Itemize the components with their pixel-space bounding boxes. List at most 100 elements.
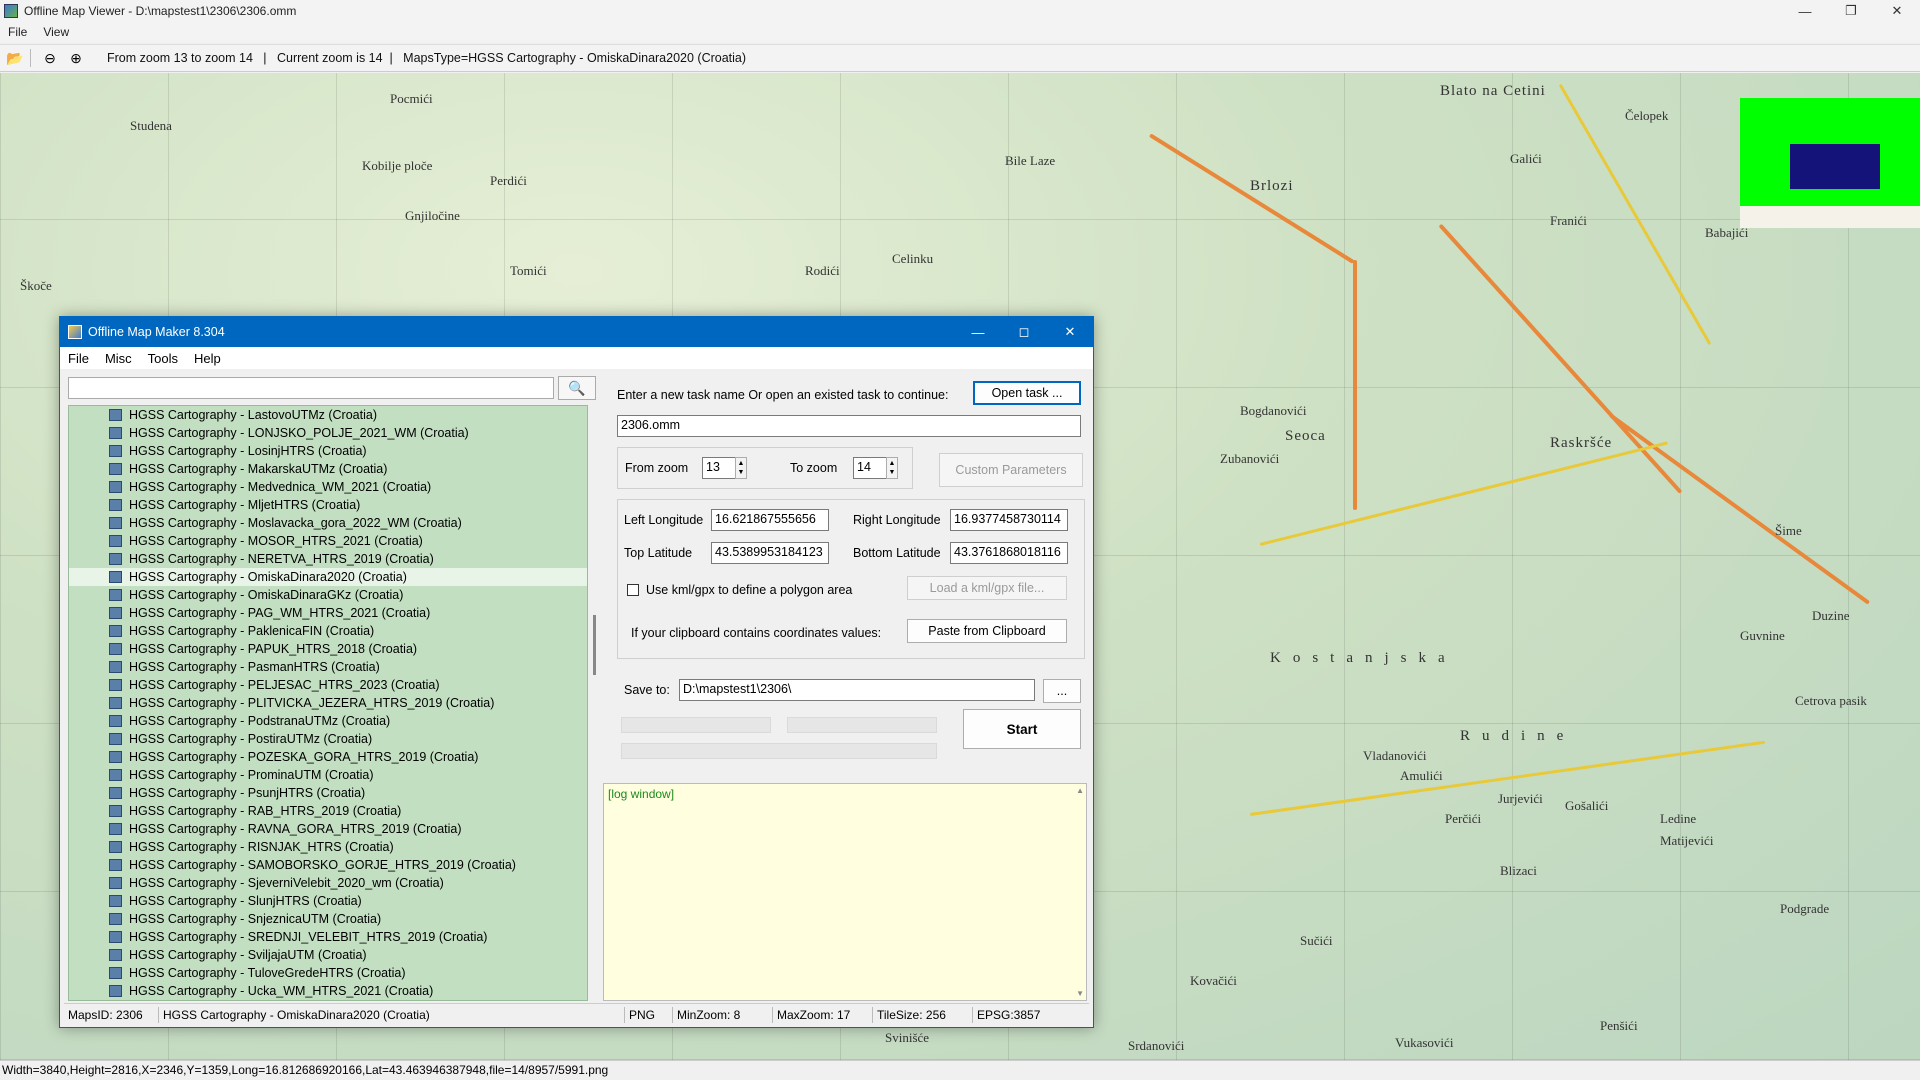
- map-type-item[interactable]: HGSS Cartography - SAMOBORSKO_GORJE_HTRS…: [69, 856, 587, 874]
- map-type-label: HGSS Cartography - OmiskaDinaraGKz (Croa…: [129, 588, 404, 602]
- map-icon: [109, 571, 122, 583]
- map-type-item[interactable]: HGSS Cartography - ProminaUTM (Croatia): [69, 766, 587, 784]
- log-window[interactable]: [log window] ▲ ▼: [603, 783, 1087, 1001]
- from-zoom-stepper[interactable]: ▲ ▼: [735, 457, 747, 479]
- map-type-item[interactable]: HGSS Cartography - PELJESAC_HTRS_2023 (C…: [69, 676, 587, 694]
- open-task-button[interactable]: Open task ...: [973, 381, 1081, 405]
- map-type-item[interactable]: HGSS Cartography - POZESKA_GORA_HTRS_201…: [69, 748, 587, 766]
- task-name-field[interactable]: 2306.omm: [617, 415, 1081, 437]
- status-format: PNG: [625, 1006, 673, 1023]
- place-label: Podgrade: [1780, 901, 1830, 916]
- left-lon-field[interactable]: 16.621867555656: [711, 509, 829, 531]
- maker-menu-file[interactable]: File: [60, 351, 97, 366]
- status-maps-id: MapsID: 2306: [64, 1006, 159, 1023]
- kml-label: Use kml/gpx to define a polygon area: [646, 583, 853, 597]
- start-button[interactable]: Start: [963, 709, 1081, 749]
- menu-view[interactable]: View: [35, 25, 77, 39]
- kml-checkbox[interactable]: [627, 584, 639, 596]
- map-type-item[interactable]: HGSS Cartography - Moslavacka_gora_2022_…: [69, 514, 587, 532]
- place-label: Pocmići: [390, 91, 433, 106]
- log-scroll-up[interactable]: ▲: [1076, 786, 1084, 795]
- log-scroll-down[interactable]: ▼: [1076, 989, 1084, 998]
- map-icon: [109, 589, 122, 601]
- maker-status-bar: MapsID: 2306 HGSS Cartography - OmiskaDi…: [64, 1003, 1089, 1025]
- map-type-label: HGSS Cartography - PAG_WM_HTRS_2021 (Cro…: [129, 606, 431, 620]
- map-type-item[interactable]: HGSS Cartography - RISNJAK_HTRS (Croatia…: [69, 838, 587, 856]
- restore-button[interactable]: ❐: [1828, 0, 1874, 22]
- map-icon: [109, 805, 122, 817]
- close-button[interactable]: ✕: [1874, 0, 1920, 22]
- place-label: Bogdanovići: [1240, 403, 1307, 418]
- map-icon: [109, 427, 122, 439]
- maker-menu-tools[interactable]: Tools: [140, 351, 186, 366]
- map-type-item[interactable]: HGSS Cartography - MOSOR_HTRS_2021 (Croa…: [69, 532, 587, 550]
- map-type-item[interactable]: HGSS Cartography - Ucka_WM_HTRS_2021 (Cr…: [69, 982, 587, 1000]
- map-type-list[interactable]: HGSS Cartography - LastovoUTMz (Croatia)…: [68, 405, 588, 1001]
- right-lon-field[interactable]: 16.9377458730114: [950, 509, 1068, 531]
- maker-menu-misc[interactable]: Misc: [97, 351, 140, 366]
- maker-menu-help[interactable]: Help: [186, 351, 229, 366]
- from-zoom-input[interactable]: 13: [702, 457, 736, 479]
- map-type-label: HGSS Cartography - RISNJAK_HTRS (Croatia…: [129, 840, 394, 854]
- map-type-item[interactable]: HGSS Cartography - LastovoUTMz (Croatia): [69, 406, 587, 424]
- to-zoom-stepper[interactable]: ▲ ▼: [886, 457, 898, 479]
- map-type-item[interactable]: HGSS Cartography - PostiraUTMz (Croatia): [69, 730, 587, 748]
- map-type-item[interactable]: HGSS Cartography - LONJSKO_POLJE_2021_WM…: [69, 424, 587, 442]
- map-type-item[interactable]: HGSS Cartography - PodstranaUTMz (Croati…: [69, 712, 587, 730]
- place-label: Bile Laze: [1005, 153, 1056, 168]
- minimize-button[interactable]: —: [1782, 0, 1828, 22]
- map-type-item[interactable]: HGSS Cartography - RAVNA_GORA_HTRS_2019 …: [69, 820, 587, 838]
- zoom-out-icon[interactable]: ⊖: [39, 47, 61, 69]
- map-search-input[interactable]: [68, 377, 554, 399]
- bottom-lat-field[interactable]: 43.3761868018116: [950, 542, 1068, 564]
- save-to-field[interactable]: D:\mapstest1\2306\: [679, 679, 1035, 701]
- map-type-item[interactable]: HGSS Cartography - MakarskaUTMz (Croatia…: [69, 460, 587, 478]
- top-lat-field[interactable]: 43.5389953184123: [711, 542, 829, 564]
- map-icon: [109, 967, 122, 979]
- minimap-viewport[interactable]: [1790, 144, 1880, 189]
- map-icon: [109, 463, 122, 475]
- map-type-item[interactable]: HGSS Cartography - TuloveGredeHTRS (Croa…: [69, 964, 587, 982]
- map-type-item[interactable]: HGSS Cartography - SREDNJI_VELEBIT_HTRS_…: [69, 928, 587, 946]
- map-type-item[interactable]: HGSS Cartography - PaklenicaFIN (Croatia…: [69, 622, 587, 640]
- place-label: Matijevići: [1660, 833, 1714, 848]
- map-type-label: HGSS Cartography - PostiraUTMz (Croatia): [129, 732, 373, 746]
- scrollbar-thumb[interactable]: [593, 615, 596, 675]
- map-type-item[interactable]: HGSS Cartography - RAB_HTRS_2019 (Croati…: [69, 802, 587, 820]
- menu-file[interactable]: File: [0, 25, 35, 39]
- place-label: Gošalići: [1565, 798, 1609, 813]
- map-type-item[interactable]: HGSS Cartography - OmiskaDinara2020 (Cro…: [69, 568, 587, 586]
- map-type-item[interactable]: HGSS Cartography - MljetHTRS (Croatia): [69, 496, 587, 514]
- zoom-in-icon[interactable]: ⊕: [65, 47, 87, 69]
- place-label: Vladanovići: [1363, 748, 1427, 763]
- map-type-item[interactable]: HGSS Cartography - SnjeznicaUTM (Croatia…: [69, 910, 587, 928]
- search-button[interactable]: 🔍: [558, 376, 596, 400]
- map-type-item[interactable]: HGSS Cartography - OmiskaDinaraGKz (Croa…: [69, 586, 587, 604]
- map-type-item[interactable]: HGSS Cartography - SviljajaUTM (Croatia): [69, 946, 587, 964]
- maker-close-button[interactable]: ✕: [1047, 317, 1093, 347]
- map-type-item[interactable]: HGSS Cartography - NERETVA_HTRS_2019 (Cr…: [69, 550, 587, 568]
- to-zoom-input[interactable]: 14: [853, 457, 887, 479]
- map-type-label: HGSS Cartography - Ucka_WM_HTRS_2021 (Cr…: [129, 984, 434, 998]
- list-scrollbar[interactable]: [592, 405, 598, 1001]
- map-type-item[interactable]: HGSS Cartography - PAPUK_HTRS_2018 (Croa…: [69, 640, 587, 658]
- browse-button[interactable]: ...: [1043, 679, 1081, 703]
- map-type-item[interactable]: HGSS Cartography - LosinjHTRS (Croatia): [69, 442, 587, 460]
- maker-menubar: File Misc Tools Help: [60, 347, 1093, 369]
- map-type-item[interactable]: HGSS Cartography - PLITVICKA_JEZERA_HTRS…: [69, 694, 587, 712]
- maker-minimize-button[interactable]: —: [955, 317, 1001, 347]
- load-kml-button[interactable]: Load a kml/gpx file...: [907, 576, 1067, 600]
- map-icon: [109, 841, 122, 853]
- map-type-item[interactable]: HGSS Cartography - PasmanHTRS (Croatia): [69, 658, 587, 676]
- map-type-item[interactable]: HGSS Cartography - PsunjHTRS (Croatia): [69, 784, 587, 802]
- paste-clipboard-button[interactable]: Paste from Clipboard: [907, 619, 1067, 643]
- place-label: Perdići: [490, 173, 527, 188]
- minimap[interactable]: [1740, 98, 1920, 228]
- maker-maximize-button[interactable]: ◻: [1001, 317, 1047, 347]
- map-type-item[interactable]: HGSS Cartography - PAG_WM_HTRS_2021 (Cro…: [69, 604, 587, 622]
- map-type-item[interactable]: HGSS Cartography - SlunjHTRS (Croatia): [69, 892, 587, 910]
- open-folder-icon[interactable]: 📂: [4, 47, 26, 69]
- map-type-item[interactable]: HGSS Cartography - SjeverniVelebit_2020_…: [69, 874, 587, 892]
- custom-parameters-button[interactable]: Custom Parameters: [939, 453, 1083, 487]
- map-type-item[interactable]: HGSS Cartography - Medvednica_WM_2021 (C…: [69, 478, 587, 496]
